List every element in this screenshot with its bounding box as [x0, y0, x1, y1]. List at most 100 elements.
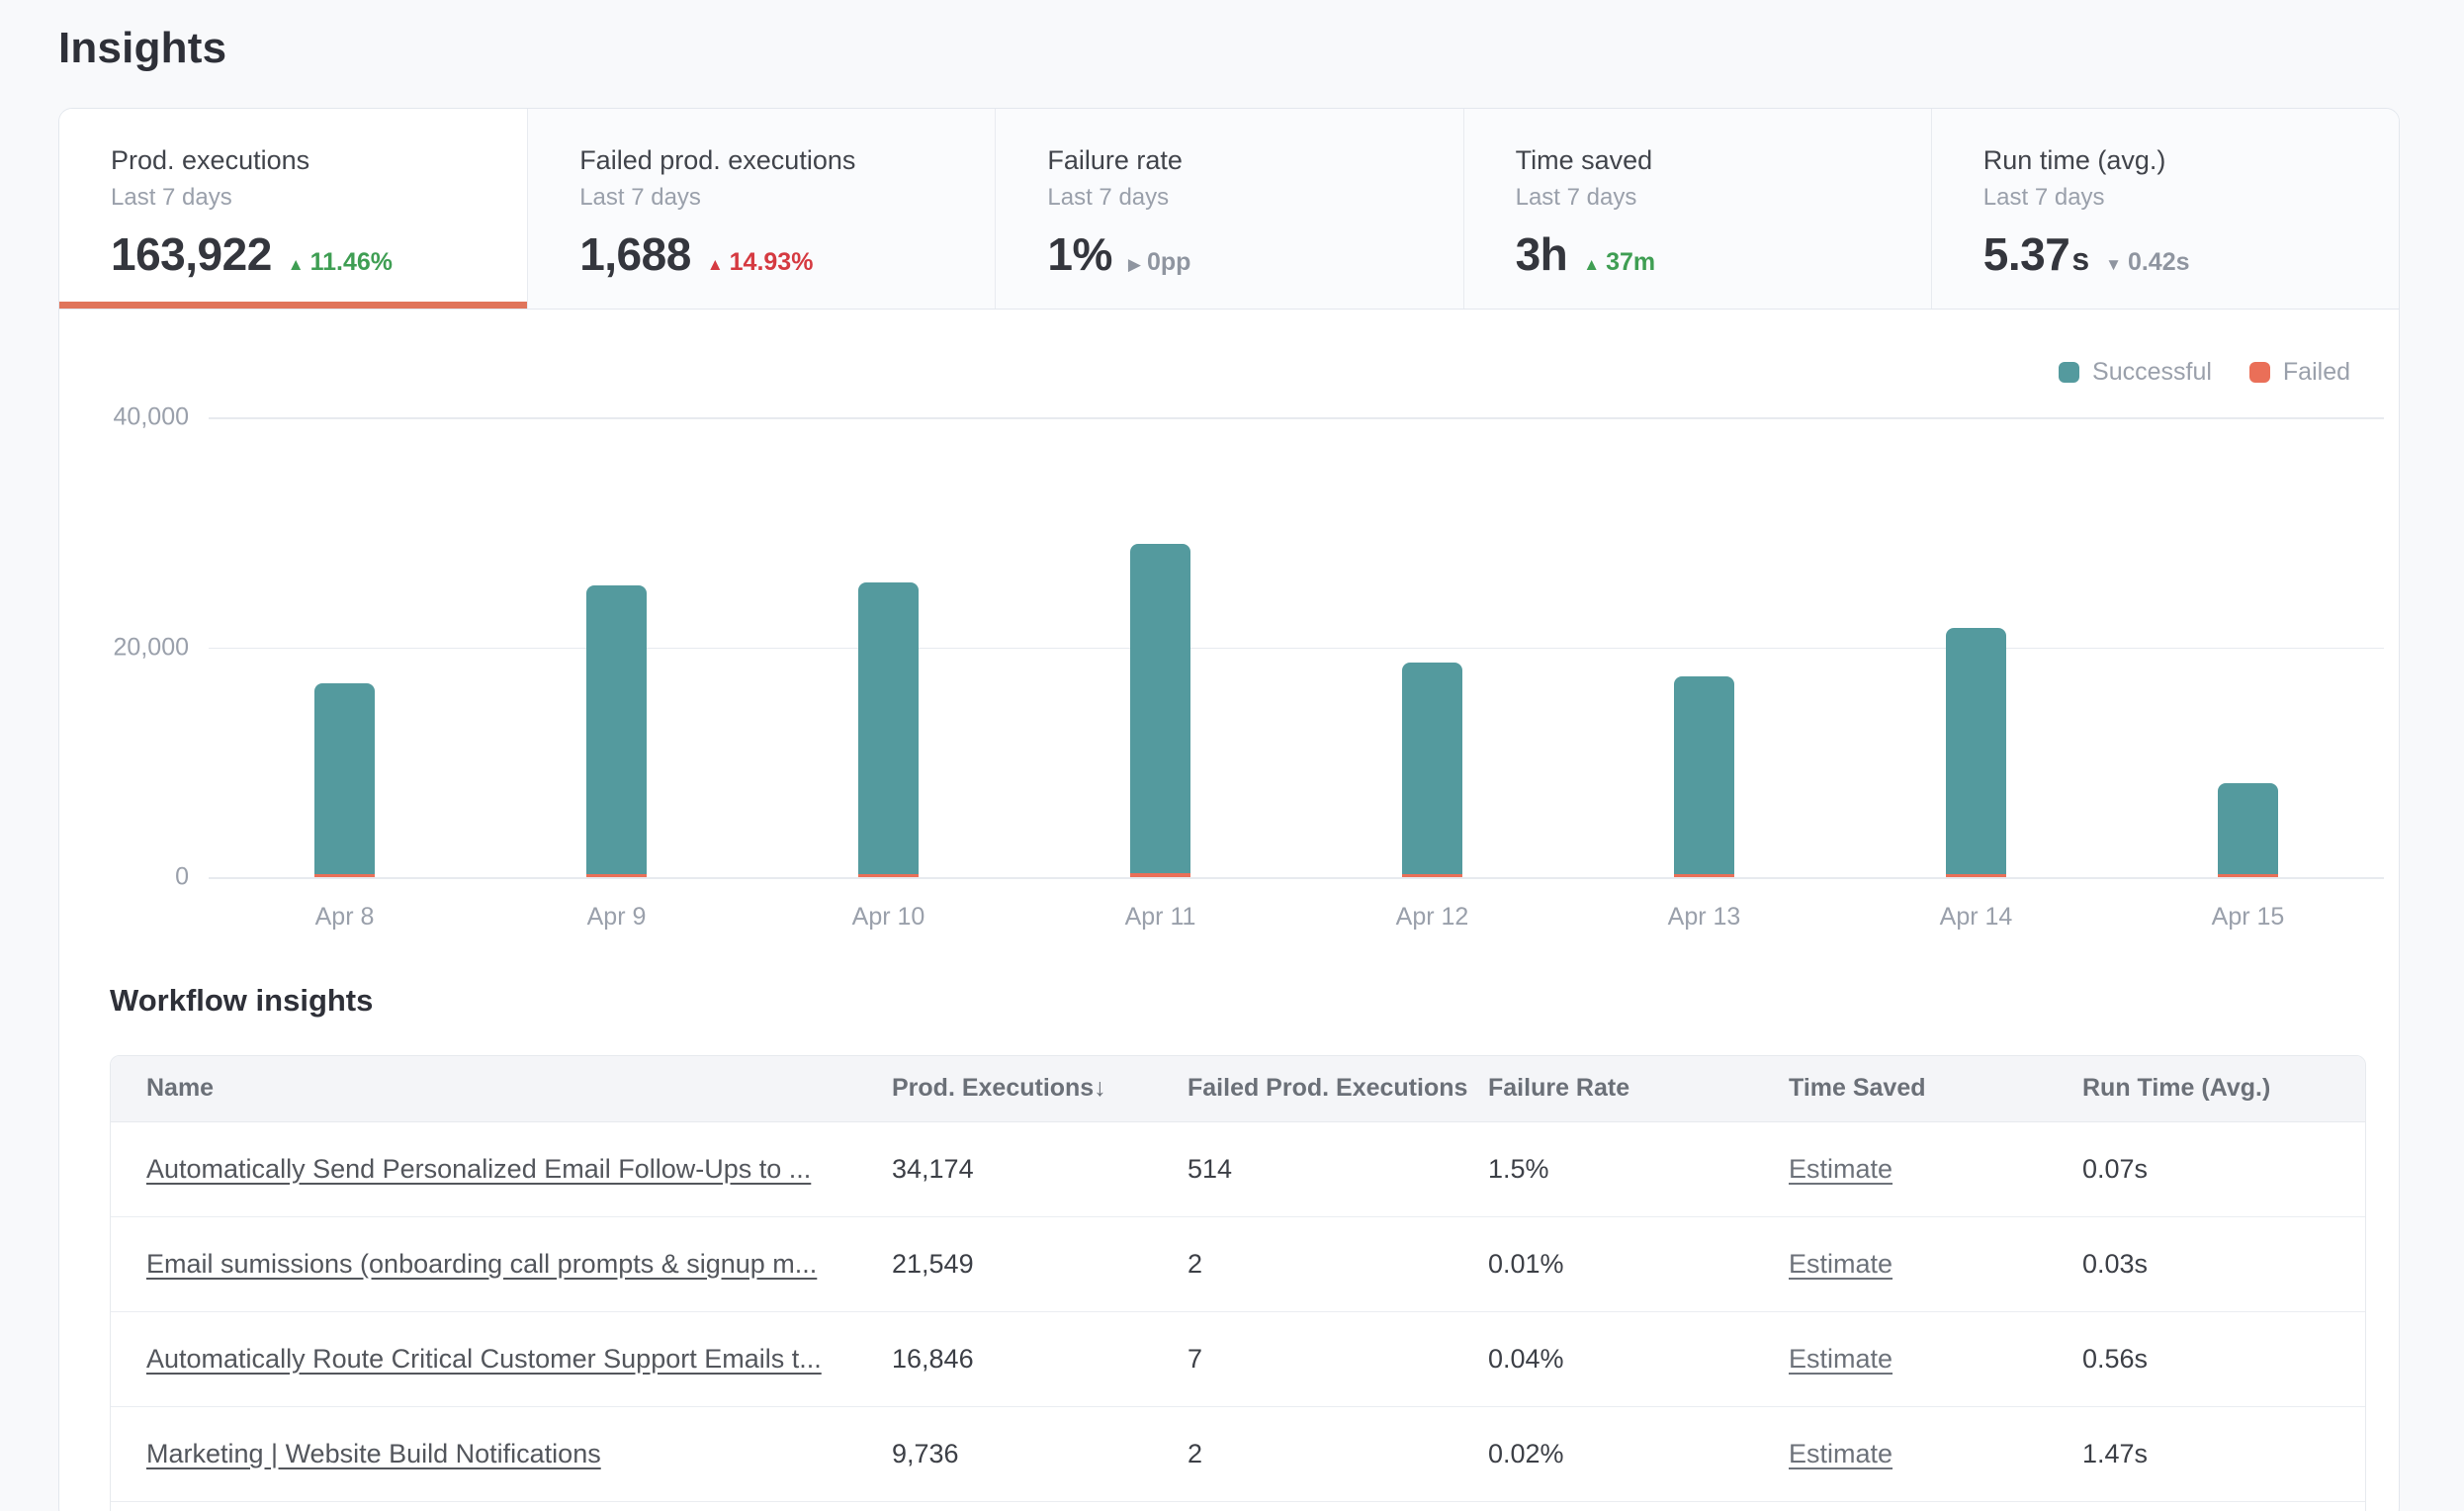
bar-segment-successful [1402, 663, 1462, 874]
cell-failure-rate: 0.02% [1488, 1406, 1789, 1501]
card-failure-rate[interactable]: Failure rate Last 7 days 1% ▶0pp [995, 109, 1462, 309]
card-delta: ▲11.46% [288, 248, 393, 277]
x-axis-tick-label: Apr 9 [587, 903, 647, 932]
trend-up-icon: ▲ [707, 255, 724, 275]
cell-failure-rate: 0.04% [1488, 1311, 1789, 1406]
y-axis-tick-label: 40,000 [70, 403, 189, 432]
x-axis-tick-label: Apr 11 [1125, 903, 1196, 932]
gridline [209, 877, 2384, 879]
card-delta: ▲14.93% [707, 248, 814, 277]
bar-segment-failed [1130, 873, 1190, 877]
gridline [209, 417, 2384, 419]
cell-failed-prod-executions: 514 [1188, 1121, 1488, 1216]
workflow-insights-heading: Workflow insights [110, 983, 373, 1019]
cell-prod-executions: 16,846 [892, 1311, 1188, 1406]
legend-swatch-icon [2059, 362, 2079, 383]
bar-apr-11 [1024, 544, 1296, 877]
bar-apr-10 [752, 582, 1024, 877]
card-title: Time saved [1516, 145, 1911, 176]
cell-failed-prod-executions: 2 [1188, 1406, 1488, 1501]
column-header-failure-rate[interactable]: Failure Rate [1488, 1056, 1789, 1121]
column-header-failed-prod-executions[interactable]: Failed Prod. Executions [1188, 1056, 1488, 1121]
trend-down-icon: ▼ [2105, 255, 2122, 275]
column-header-run-time[interactable]: Run Time (Avg.) [2082, 1056, 2366, 1121]
trend-up-icon: ▲ [288, 255, 305, 275]
x-axis-tick-label: Apr 12 [1396, 903, 1469, 932]
workflow-insights-table: Name Prod. Executions↓ Failed Prod. Exec… [110, 1055, 2366, 1511]
table-row: Email sumissions (onboarding call prompt… [111, 1216, 2366, 1311]
x-axis-tick-label: Apr 13 [1668, 903, 1741, 932]
legend-item-successful[interactable]: Successful [2059, 358, 2212, 387]
cell-run-time: 0.56s [2082, 1311, 2366, 1406]
bar-segment-successful [314, 683, 375, 874]
estimate-link[interactable]: Estimate [1789, 1344, 1892, 1374]
trend-neutral-icon: ▶ [1128, 255, 1141, 275]
cell-failure-rate: 0.01% [1488, 1216, 1789, 1311]
cell-failed-prod-executions: 2 [1188, 1216, 1488, 1311]
card-run-time-avg[interactable]: Run time (avg.) Last 7 days 5.37s ▼0.42s [1931, 109, 2399, 309]
card-subtitle: Last 7 days [1516, 184, 1911, 212]
card-title: Run time (avg.) [1983, 145, 2379, 176]
bar-segment-failed [1946, 874, 2006, 877]
card-time-saved[interactable]: Time saved Last 7 days 3h ▲37m [1463, 109, 1931, 309]
card-title: Failed prod. executions [579, 145, 975, 176]
cell-failure-rate: 1.5% [1488, 1121, 1789, 1216]
bar-segment-failed [586, 874, 647, 877]
card-value: 1,688 [579, 227, 691, 281]
selected-tab-indicator [59, 302, 527, 309]
metric-cards-row: Prod. executions Last 7 days 163,922 ▲11… [59, 109, 2399, 310]
estimate-link[interactable]: Estimate [1789, 1439, 1892, 1468]
card-subtitle: Last 7 days [1047, 184, 1443, 212]
cell-run-time: 1.47s [2082, 1406, 2366, 1501]
chart-legend: Successful Failed [2059, 358, 2350, 387]
x-axis-tick-label: Apr 15 [2212, 903, 2285, 932]
bar-apr-9 [481, 585, 752, 877]
legend-label: Failed [2283, 358, 2350, 387]
estimate-link[interactable]: Estimate [1789, 1154, 1892, 1184]
bar-segment-failed [314, 874, 375, 877]
bar-segment-failed [2218, 874, 2278, 877]
cell-failed-prod-executions: 7 [1188, 1311, 1488, 1406]
card-subtitle: Last 7 days [111, 184, 507, 212]
bar-apr-15 [2112, 783, 2384, 877]
legend-label: Successful [2092, 358, 2212, 387]
y-axis-tick-label: 0 [70, 863, 189, 892]
card-prod-executions[interactable]: Prod. executions Last 7 days 163,922 ▲11… [59, 109, 527, 309]
y-axis-tick-label: 20,000 [70, 633, 189, 662]
cell-prod-executions: 9,736 [892, 1406, 1188, 1501]
table-row: Automatically Route Critical Customer Su… [111, 1311, 2366, 1406]
column-header-time-saved[interactable]: Time Saved [1789, 1056, 2082, 1121]
card-title: Prod. executions [111, 145, 507, 176]
card-delta: ▼0.42s [2105, 248, 2189, 277]
bar-apr-8 [209, 683, 481, 877]
cell-prod-executions: 21,549 [892, 1216, 1188, 1311]
card-delta: ▲37m [1583, 248, 1655, 277]
card-value-unit: s [2071, 241, 2089, 278]
workflow-link[interactable]: Automatically Route Critical Customer Su… [146, 1344, 822, 1374]
card-failed-prod-executions[interactable]: Failed prod. executions Last 7 days 1,68… [527, 109, 995, 309]
column-header-name[interactable]: Name [111, 1056, 892, 1121]
workflow-link[interactable]: Email sumissions (onboarding call prompt… [146, 1249, 817, 1279]
bar-segment-successful [858, 582, 919, 874]
bar-segment-failed [858, 874, 919, 877]
legend-item-failed[interactable]: Failed [2249, 358, 2350, 387]
column-header-prod-executions[interactable]: Prod. Executions↓ [892, 1056, 1188, 1121]
cell-run-time: 0.03s [2082, 1216, 2366, 1311]
bar-segment-successful [586, 585, 647, 874]
bar-segment-failed [1402, 874, 1462, 877]
executions-bar-chart: 0 20,000 40,000 Successful Failed Apr 8 Apr 9 A… [59, 310, 2400, 962]
workflow-link[interactable]: Marketing | Website Build Notifications [146, 1439, 601, 1468]
bar-segment-failed [1674, 874, 1734, 877]
card-subtitle: Last 7 days [579, 184, 975, 212]
card-value: 5.37 [1983, 227, 2070, 281]
x-axis-tick-label: Apr 8 [315, 903, 375, 932]
estimate-link[interactable]: Estimate [1789, 1249, 1892, 1279]
sort-descending-icon: ↓ [1094, 1074, 1106, 1102]
cell-run-time: 0.07s [2082, 1121, 2366, 1216]
card-subtitle: Last 7 days [1983, 184, 2379, 212]
legend-swatch-icon [2249, 362, 2270, 383]
card-value: 1% [1047, 227, 1111, 281]
card-title: Failure rate [1047, 145, 1443, 176]
bar-apr-13 [1568, 676, 1840, 877]
workflow-link[interactable]: Automatically Send Personalized Email Fo… [146, 1154, 811, 1184]
